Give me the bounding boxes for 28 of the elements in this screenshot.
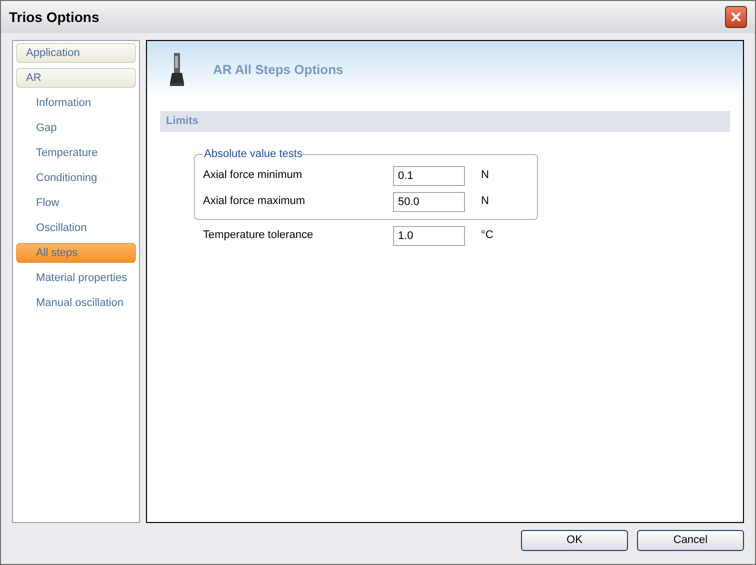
group-title: Absolute value tests bbox=[203, 147, 304, 162]
dialog-button[interactable]: OK bbox=[521, 530, 628, 551]
unit-label: °C bbox=[481, 228, 494, 244]
instrument-icon bbox=[169, 53, 185, 87]
unit-label: N bbox=[481, 168, 489, 184]
sidebar-item[interactable]: Material properties bbox=[16, 268, 136, 288]
sidebar-item[interactable]: Information bbox=[16, 93, 136, 113]
dialog-button[interactable]: Cancel bbox=[637, 530, 744, 551]
field-label: Axial force maximum bbox=[203, 194, 306, 210]
input-field[interactable]: 0.1 bbox=[393, 166, 465, 186]
sidebar-item[interactable]: Conditioning bbox=[16, 168, 136, 188]
field-label: Temperature tolerance bbox=[203, 228, 314, 244]
sidebar-item[interactable]: AR bbox=[16, 68, 136, 88]
input-field[interactable]: 1.0 bbox=[393, 226, 465, 246]
section-header: Limits bbox=[160, 111, 730, 132]
sidebar-item[interactable]: Application bbox=[16, 43, 136, 63]
close-button[interactable] bbox=[725, 6, 747, 28]
sidebar-item[interactable]: Flow bbox=[16, 193, 136, 213]
window-title: Trios Options bbox=[9, 8, 100, 27]
field-label: Axial force minimum bbox=[203, 168, 304, 184]
header-title: AR All Steps Options bbox=[213, 61, 344, 80]
sidebar-item[interactable]: Temperature bbox=[16, 143, 136, 163]
sidebar-item[interactable]: Gap bbox=[16, 118, 136, 138]
input-field[interactable]: 50.0 bbox=[393, 192, 465, 212]
unit-label: N bbox=[481, 194, 489, 210]
sidebar-item[interactable]: Manual oscillation bbox=[16, 293, 136, 313]
sidebar-item[interactable]: Oscillation bbox=[16, 218, 136, 238]
close-icon bbox=[730, 11, 742, 23]
